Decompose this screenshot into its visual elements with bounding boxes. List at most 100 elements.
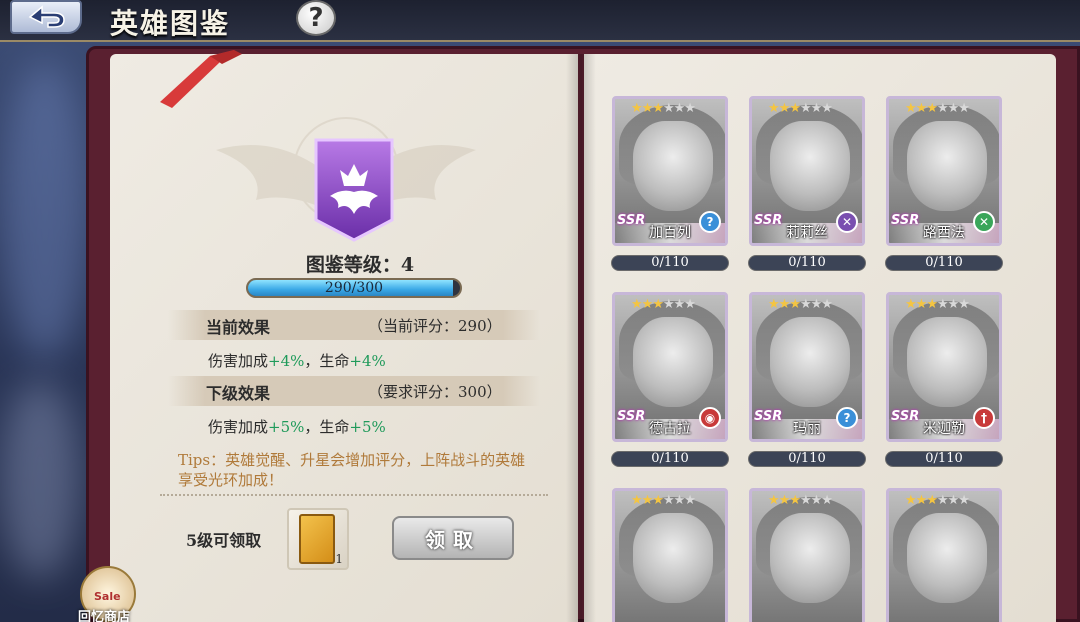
- star-icon: ★: [926, 493, 938, 508]
- codex-level-value: 4: [400, 254, 415, 276]
- memory-shop-label: 回忆商店: [78, 610, 131, 622]
- star-icon: ★: [915, 297, 928, 312]
- hero-portrait: [907, 121, 987, 211]
- star-icon: ★: [768, 101, 780, 116]
- hero-stars: ★★★★★★: [768, 493, 833, 508]
- current-life-value: +4%: [349, 352, 386, 370]
- hero-card[interactable]: ★★★★★★ SSR ✕ 路西法: [886, 96, 1002, 246]
- star-icon: ★: [662, 297, 675, 312]
- star-icon: ★: [905, 493, 917, 508]
- star-icon: ★: [926, 101, 938, 116]
- current-effect-score: （当前评分：290）: [368, 317, 502, 335]
- star-icon: ★: [652, 493, 664, 508]
- codex-level-label: 图鉴等级：: [305, 254, 401, 276]
- star-icon: ★: [641, 297, 654, 312]
- star-icon: ★: [684, 493, 696, 508]
- hero-name: 玛丽: [793, 421, 821, 437]
- hero-stars: ★★★★★★: [905, 101, 970, 116]
- hero-progress: 0/110: [885, 255, 1003, 271]
- hero-card[interactable]: ★★★★★★ SSR ◉ 德古拉: [612, 292, 728, 442]
- hero-card[interactable]: ★★★★★★ SSR? 加百列: [612, 96, 728, 246]
- star-icon: ★: [652, 101, 664, 116]
- star-icon: ★: [915, 493, 928, 508]
- reward-item[interactable]: 1: [287, 508, 349, 570]
- star-icon: ★: [958, 493, 970, 508]
- codex-progress-bar: 290/300: [246, 278, 462, 298]
- star-icon: ★: [673, 493, 686, 508]
- hero-portrait: [770, 121, 850, 211]
- star-icon: ★: [936, 297, 949, 312]
- hero-progress: 0/110: [748, 451, 866, 467]
- star-icon: ★: [778, 493, 791, 508]
- hero-card[interactable]: ★★★★★★ SSR † 米迦勒: [886, 292, 1002, 442]
- claim-level-text: 5级可领取: [186, 531, 262, 550]
- hero-progress: 0/110: [611, 451, 729, 467]
- hero-portrait: [633, 317, 713, 407]
- star-icon: ★: [821, 101, 833, 116]
- next-effect-score: （要求评分：300）: [368, 383, 502, 401]
- hero-portrait: [907, 513, 987, 603]
- hero-stars: ★★★★★★: [768, 101, 833, 116]
- star-icon: ★: [641, 101, 654, 116]
- top-bar: 英雄图鉴 ?: [0, 0, 1080, 42]
- divider: [160, 494, 548, 496]
- tips-text: Tips：英雄觉醒、升星会增加评分，上阵战斗的英雄享受光环加成！: [178, 451, 526, 489]
- star-icon: ★: [631, 297, 643, 312]
- star-icon: ★: [778, 101, 791, 116]
- star-icon: ★: [947, 297, 960, 312]
- hero-stars: ★★★★★★: [631, 101, 696, 116]
- page-title: 英雄图鉴: [110, 7, 231, 40]
- hero-progress: 0/110: [748, 255, 866, 271]
- star-icon: ★: [947, 493, 960, 508]
- star-icon: ★: [799, 493, 812, 508]
- reward-card-icon: [299, 514, 335, 564]
- next-effect-text: 伤害加成+5%，生命+5%: [208, 416, 386, 437]
- codex-emblem-icon: [314, 138, 394, 242]
- hero-stars: ★★★★★★: [631, 297, 696, 312]
- star-icon: ★: [926, 297, 938, 312]
- hero-card[interactable]: ★★★★★★: [886, 488, 1002, 622]
- star-icon: ★: [810, 493, 823, 508]
- next-life-label: ，生命: [304, 418, 350, 436]
- star-icon: ★: [673, 101, 686, 116]
- star-icon: ★: [768, 297, 780, 312]
- current-damage-value: +4%: [268, 352, 305, 370]
- star-icon: ★: [810, 101, 823, 116]
- hero-card[interactable]: ★★★★★★: [749, 488, 865, 622]
- star-icon: ★: [958, 297, 970, 312]
- back-button[interactable]: [10, 0, 82, 34]
- hero-card[interactable]: ★★★★★★: [612, 488, 728, 622]
- hero-portrait: [633, 513, 713, 603]
- star-icon: ★: [905, 297, 917, 312]
- hero-portrait: [907, 317, 987, 407]
- star-icon: ★: [905, 101, 917, 116]
- next-damage-value: +5%: [268, 418, 305, 436]
- hero-card[interactable]: ★★★★★★ SSR? 玛丽: [749, 292, 865, 442]
- hero-stars: ★★★★★★: [631, 493, 696, 508]
- hero-stars: ★★★★★★: [905, 297, 970, 312]
- current-effect-text: 伤害加成+4%，生命+4%: [208, 350, 386, 371]
- star-icon: ★: [936, 101, 949, 116]
- book-spine: [566, 54, 596, 622]
- star-icon: ★: [947, 101, 960, 116]
- star-icon: ★: [631, 101, 643, 116]
- star-icon: ★: [821, 297, 833, 312]
- star-icon: ★: [641, 493, 654, 508]
- codex-level: 图鉴等级：4: [290, 250, 430, 277]
- star-icon: ★: [684, 101, 696, 116]
- hero-name: 米迦勒: [923, 421, 965, 437]
- star-icon: ★: [789, 297, 801, 312]
- ribbon-bookmark: [160, 50, 242, 108]
- reward-count: 1: [335, 552, 343, 566]
- hero-portrait: [633, 121, 713, 211]
- current-damage-label: 伤害加成: [208, 352, 269, 370]
- star-icon: ★: [821, 493, 833, 508]
- hero-card[interactable]: ★★★★★★ SSR ✕ 莉莉丝: [749, 96, 865, 246]
- help-button[interactable]: ?: [296, 0, 336, 36]
- claim-button[interactable]: 领取: [392, 516, 514, 560]
- sale-tag: Sale: [94, 590, 121, 603]
- next-effect-title: 下级效果: [206, 384, 271, 403]
- star-icon: ★: [768, 493, 780, 508]
- background-glow: [0, 60, 90, 360]
- hero-name: 莉莉丝: [786, 225, 828, 241]
